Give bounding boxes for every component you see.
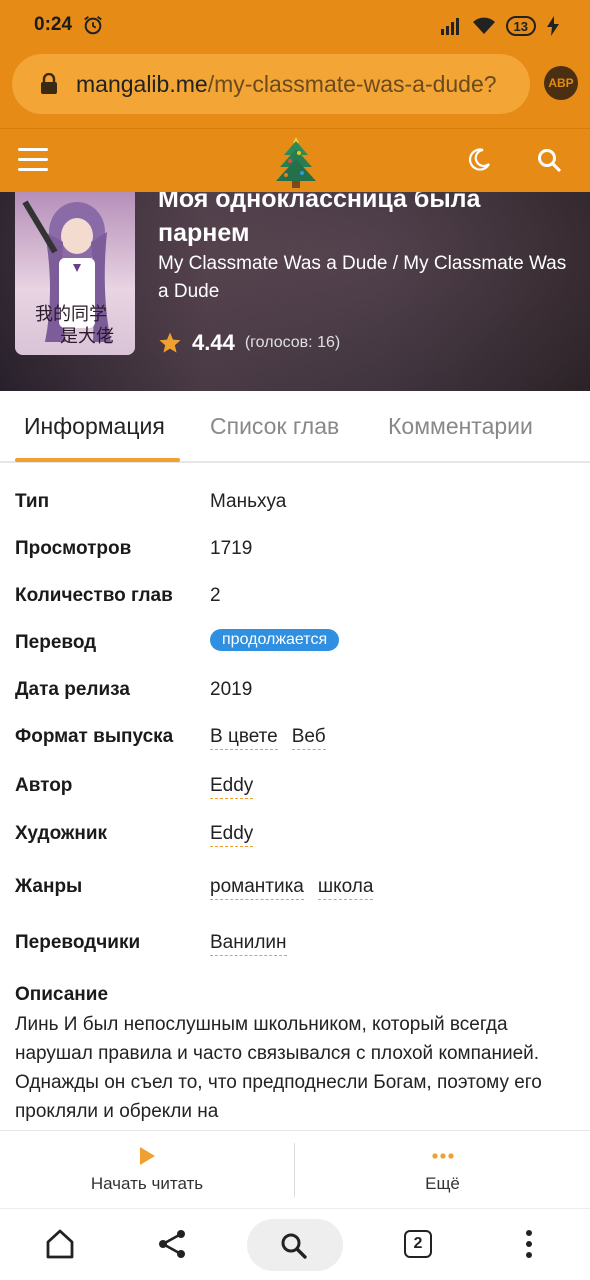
author-label: Автор [15,775,73,796]
translation-status-badge: продолжается [210,629,340,651]
signal-icon [440,18,459,35]
tab-bar: Информация Список глав Комментарии [0,391,590,463]
format-link-web[interactable]: Веб [291,726,326,750]
genres-label: Жанры [15,876,83,897]
chapters-label: Количество глав [15,585,173,606]
views-value: 1719 [210,538,253,559]
release-value: 2019 [210,679,253,700]
search-icon[interactable] [536,147,562,173]
type-value: Маньхуа [210,491,287,512]
chapters-value: 2 [210,585,221,606]
browser-toolbar: mangalib.me/my-classmate-was-a-dude? ABP [0,52,590,128]
active-tab-indicator [15,458,180,462]
author-value: Eddy [210,775,267,799]
format-values: В цвете Веб [210,726,340,750]
menu-icon[interactable] [18,148,48,172]
artist-label: Художник [15,823,108,844]
format-link-color[interactable]: В цвете [210,726,278,750]
rating-votes: (голосов: 16) [244,334,341,351]
battery-indicator: 13 [505,16,536,36]
search-button[interactable] [247,1219,343,1271]
release-label: Дата релиза [15,679,130,700]
svg-text:是大佬: 是大佬 [60,326,114,347]
charging-icon [547,16,559,36]
search-icon [281,1233,307,1259]
adblock-button[interactable]: ABP [544,66,578,100]
wifi-icon [472,17,495,34]
more-vert-icon[interactable] [512,1227,546,1261]
format-label: Формат выпуска [15,726,174,747]
dots-icon [431,1153,454,1159]
description-text: Линь И был непослушным школьником, котор… [15,1014,542,1122]
artist-link[interactable]: Eddy [210,823,254,847]
translators-value: Ванилин [210,932,301,956]
type-label: Тип [15,491,50,512]
genre-link-school[interactable]: школа [317,876,374,900]
start-reading-button[interactable]: Начать читать [0,1131,294,1209]
tab-information[interactable]: Информация [24,413,165,440]
tree-logo-icon[interactable] [274,133,318,189]
star-icon [159,332,181,353]
artist-value: Eddy [210,823,267,847]
share-icon[interactable] [155,1227,189,1261]
url-bar[interactable]: mangalib.me/my-classmate-was-a-dude? [12,54,530,114]
tabs-icon[interactable]: 2 [404,1230,432,1258]
tab-comments[interactable]: Комментарии [388,413,533,440]
browser-bottom-bar: 2 [0,1208,590,1280]
url-path: /my-classmate-was-a-dude? [207,70,497,97]
translation-label: Перевод [15,632,97,653]
translator-link[interactable]: Ванилин [210,932,287,956]
more-button[interactable]: Ещё [295,1131,590,1209]
description-label: Описание [15,984,109,1005]
manga-alt-title: My Classmate Was a Dude / My Classmate W… [158,253,567,302]
start-reading-label: Начать читать [90,1174,204,1193]
action-bar: Начать читать Ещё [0,1130,590,1208]
moon-icon[interactable] [466,147,492,173]
genres-values: романтика школа [210,876,387,900]
status-time: 0:24 [34,14,73,35]
manga-title: Моя одноклассница была парнем [158,192,481,247]
translators-label: Переводчики [15,932,141,953]
play-icon [140,1147,155,1165]
status-bar: 0:24 13 [0,0,590,52]
author-link[interactable]: Eddy [210,775,254,799]
home-icon[interactable] [43,1227,77,1261]
cover-image[interactable]: 我的同学 是大佬 [15,192,135,355]
url-domain: mangalib.me [76,70,208,97]
site-header [0,128,590,192]
url-text: mangalib.me/my-classmate-was-a-dude? [76,71,497,98]
lock-icon [41,73,57,94]
views-label: Просмотров [15,538,132,559]
manga-hero: 我的同学 是大佬 Моя одноклассница была парнем M… [0,192,590,391]
rating[interactable]: 4.44 (голосов: 16) [158,330,340,356]
genre-link-romance[interactable]: романтика [210,876,304,900]
more-label: Ещё [425,1174,460,1193]
rating-value: 4.44 [192,330,235,355]
tab-chapters[interactable]: Список глав [210,413,339,440]
alarm-icon [84,16,102,35]
svg-text:我的同学: 我的同学 [35,304,107,325]
